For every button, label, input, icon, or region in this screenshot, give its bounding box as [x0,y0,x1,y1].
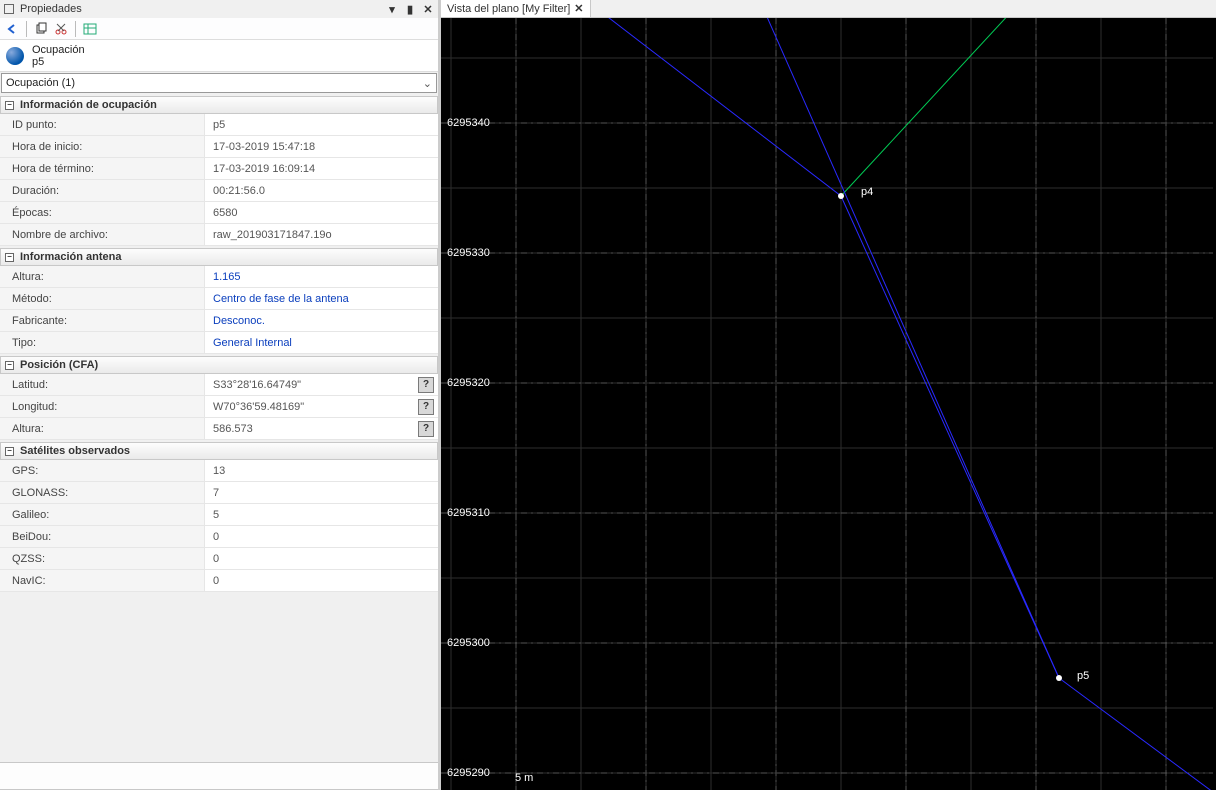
panel-icon [4,4,14,14]
menu-dropdown-button[interactable]: ▾ [386,3,398,15]
toolbar [0,18,438,40]
chevron-down-icon: ⌄ [423,77,432,90]
point-label-p4: p4 [861,186,873,198]
group-title: Satélites observados [20,445,130,457]
toolbar-separator [26,21,27,37]
help-button[interactable]: ? [418,377,434,393]
group-title: Posición (CFA) [20,359,98,371]
row-beidou: BeiDou:0 [0,526,438,548]
row-archivo: Nombre de archivo:raw_201903171847.19o [0,224,438,246]
row-altura-ant: Altura:1.165 [0,266,438,288]
group-position: −Posición (CFA) Latitud:S33°28'16.64749"… [0,356,438,440]
row-gps: GPS:13 [0,460,438,482]
panel-titlebar: Propiedades ▾ ▮ ✕ [0,0,438,18]
row-hora-inicio: Hora de inicio:17-03-2019 15:47:18 [0,136,438,158]
row-glonass: GLONASS:7 [0,482,438,504]
y-tick-label: 6295290 [447,767,490,779]
plan-view-panel: Vista del plano [My Filter] ✕ [441,0,1216,790]
value-lat: S33°28'16.64749" [213,379,301,391]
row-hora-termino: Hora de término:17-03-2019 16:09:14 [0,158,438,180]
plan-svg [441,18,1213,790]
tab-label: Vista del plano [My Filter] [447,3,570,15]
row-qzss: QZSS:0 [0,548,438,570]
close-tab-button[interactable]: ✕ [574,2,583,15]
row-lon: Longitud:W70°36'59.48169"? [0,396,438,418]
row-duracion: Duración:00:21:56.0 [0,180,438,202]
group-header-sats[interactable]: −Satélites observados [0,442,438,460]
group-antenna: −Información antena Altura:1.165 Método:… [0,248,438,354]
group-title: Información de ocupación [20,99,157,111]
row-metodo: Método:Centro de fase de la antena [0,288,438,310]
occupation-selector[interactable]: Ocupación (1) ⌄ [1,73,437,93]
group-occupation: −Información de ocupación ID punto:p5 Ho… [0,96,438,246]
group-header-position[interactable]: −Posición (CFA) [0,356,438,374]
panel-title: Propiedades [20,3,82,15]
close-panel-button[interactable]: ✕ [422,3,434,15]
row-id-punto: ID punto:p5 [0,114,438,136]
tool-copy-icon[interactable] [33,21,49,37]
row-galileo: Galileo:5 [0,504,438,526]
row-epocas: Épocas:6580 [0,202,438,224]
plan-canvas[interactable]: 6295340 6295330 6295320 6295310 6295300 … [441,18,1216,790]
selection-type: Ocupación [32,44,85,56]
row-alt: Altura:586.573? [0,418,438,440]
tool-cut-icon[interactable] [53,21,69,37]
collapse-icon: − [5,253,14,262]
y-tick-label: 6295300 [447,637,490,649]
group-header-occupation[interactable]: −Información de ocupación [0,96,438,114]
row-lat: Latitud:S33°28'16.64749"? [0,374,438,396]
row-fabricante: Fabricante:Desconoc. [0,310,438,332]
pin-button[interactable]: ▮ [404,3,416,15]
help-button[interactable]: ? [418,399,434,415]
occupation-selector-label: Ocupación (1) [6,77,75,89]
properties-panel: Propiedades ▾ ▮ ✕ Ocupación p5 Ocupación… [0,0,441,790]
tool-table-icon[interactable] [82,21,98,37]
selection-id: p5 [32,56,85,68]
collapse-icon: − [5,101,14,110]
y-tick-label: 6295320 [447,377,490,389]
collapse-icon: − [5,361,14,370]
tool-back-icon[interactable] [4,21,20,37]
selection-header: Ocupación p5 [0,40,438,72]
point-label-p5: p5 [1077,670,1089,682]
scale-label: 5 m [515,772,533,784]
group-header-antenna[interactable]: −Información antena [0,248,438,266]
description-bar [0,762,438,790]
tab-bar: Vista del plano [My Filter] ✕ [441,0,1216,18]
panel-filler [0,592,438,762]
globe-icon [6,47,24,65]
group-title: Información antena [20,251,121,263]
y-tick-label: 6295330 [447,247,490,259]
row-tipo: Tipo:General Internal [0,332,438,354]
value-lon: W70°36'59.48169" [213,401,304,413]
y-tick-label: 6295340 [447,117,490,129]
toolbar-separator [75,21,76,37]
y-tick-label: 6295310 [447,507,490,519]
group-sats: −Satélites observados GPS:13 GLONASS:7 G… [0,442,438,592]
value-alt: 586.573 [213,423,253,435]
row-navic: NavIC:0 [0,570,438,592]
help-button[interactable]: ? [418,421,434,437]
tab-plan-view[interactable]: Vista del plano [My Filter] ✕ [441,0,591,17]
collapse-icon: − [5,447,14,456]
